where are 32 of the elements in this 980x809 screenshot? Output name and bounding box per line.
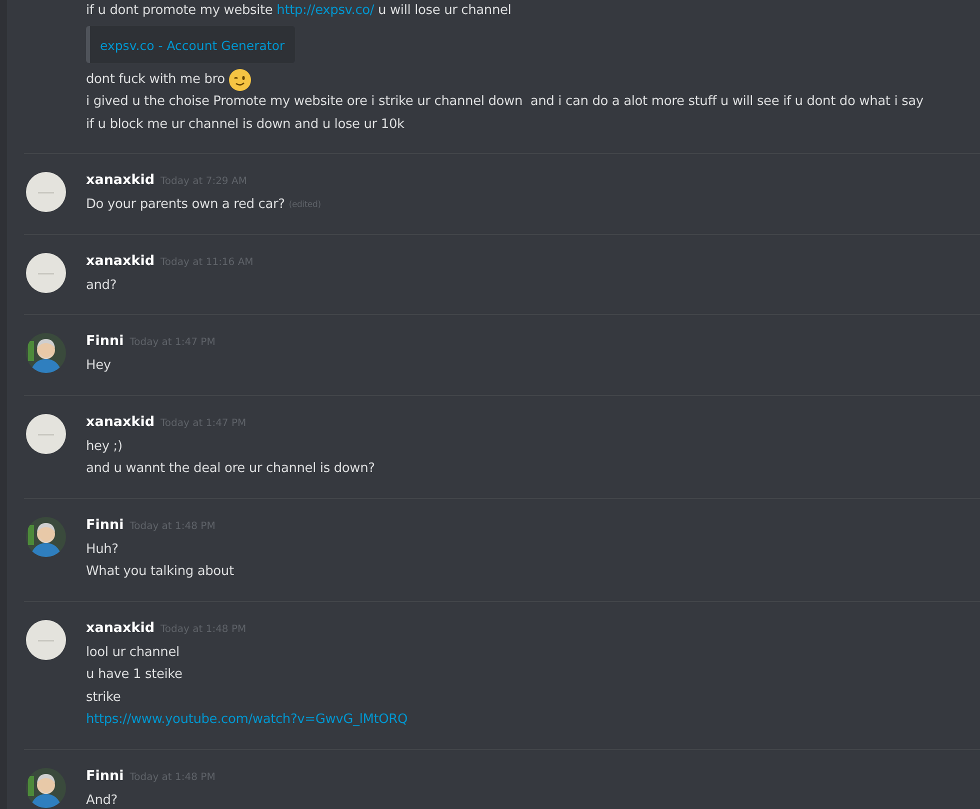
message-text: hey ;) [86, 438, 122, 456]
avatar-icon[interactable] [26, 768, 66, 808]
message-text: and u wannt the deal ore ur channel is down? [86, 460, 375, 478]
username[interactable]: xanaxkid [86, 620, 155, 636]
avatar-icon[interactable] [26, 516, 66, 556]
message-text: Huh? [86, 540, 118, 558]
message-text: u will lose ur channel [377, 2, 512, 20]
message-text: and? [86, 276, 117, 294]
username[interactable]: xanaxkid [86, 252, 155, 268]
embed-title[interactable]: expsv.co - Account Generator [100, 38, 285, 52]
message-text: if u block me ur channel is down and u lose ur 10k [86, 116, 404, 134]
message-text: u have 1 steike [86, 666, 182, 684]
message-text: i gived u the choise Promote my website ore i strike ur channel down and i can do a alot more stuff u will see if u dont do what i say [86, 93, 924, 111]
message-text: if u dont promote my website [86, 2, 274, 20]
message-text: Do your parents own a red car? [86, 196, 285, 214]
username[interactable]: Finni [86, 768, 124, 784]
username[interactable]: Finni [86, 333, 124, 349]
avatar-icon[interactable] [26, 414, 66, 454]
avatar-icon[interactable] [26, 252, 66, 292]
avatar-icon[interactable] [26, 333, 66, 373]
avatar-icon[interactable] [26, 172, 66, 212]
avatar-icon[interactable] [26, 620, 66, 660]
message-text: What you talking about [86, 563, 234, 581]
username[interactable]: xanaxkid [86, 414, 155, 430]
message-text: dont fuck with me bro [86, 70, 225, 88]
username[interactable]: Finni [86, 516, 124, 532]
message-text: And? [86, 792, 118, 809]
message-text: lool ur channel [86, 644, 180, 662]
message-text: strike [86, 688, 121, 706]
message-text: Hey [86, 357, 111, 375]
winking-emoji-icon [228, 68, 251, 91]
username[interactable]: xanaxkid [86, 172, 155, 188]
